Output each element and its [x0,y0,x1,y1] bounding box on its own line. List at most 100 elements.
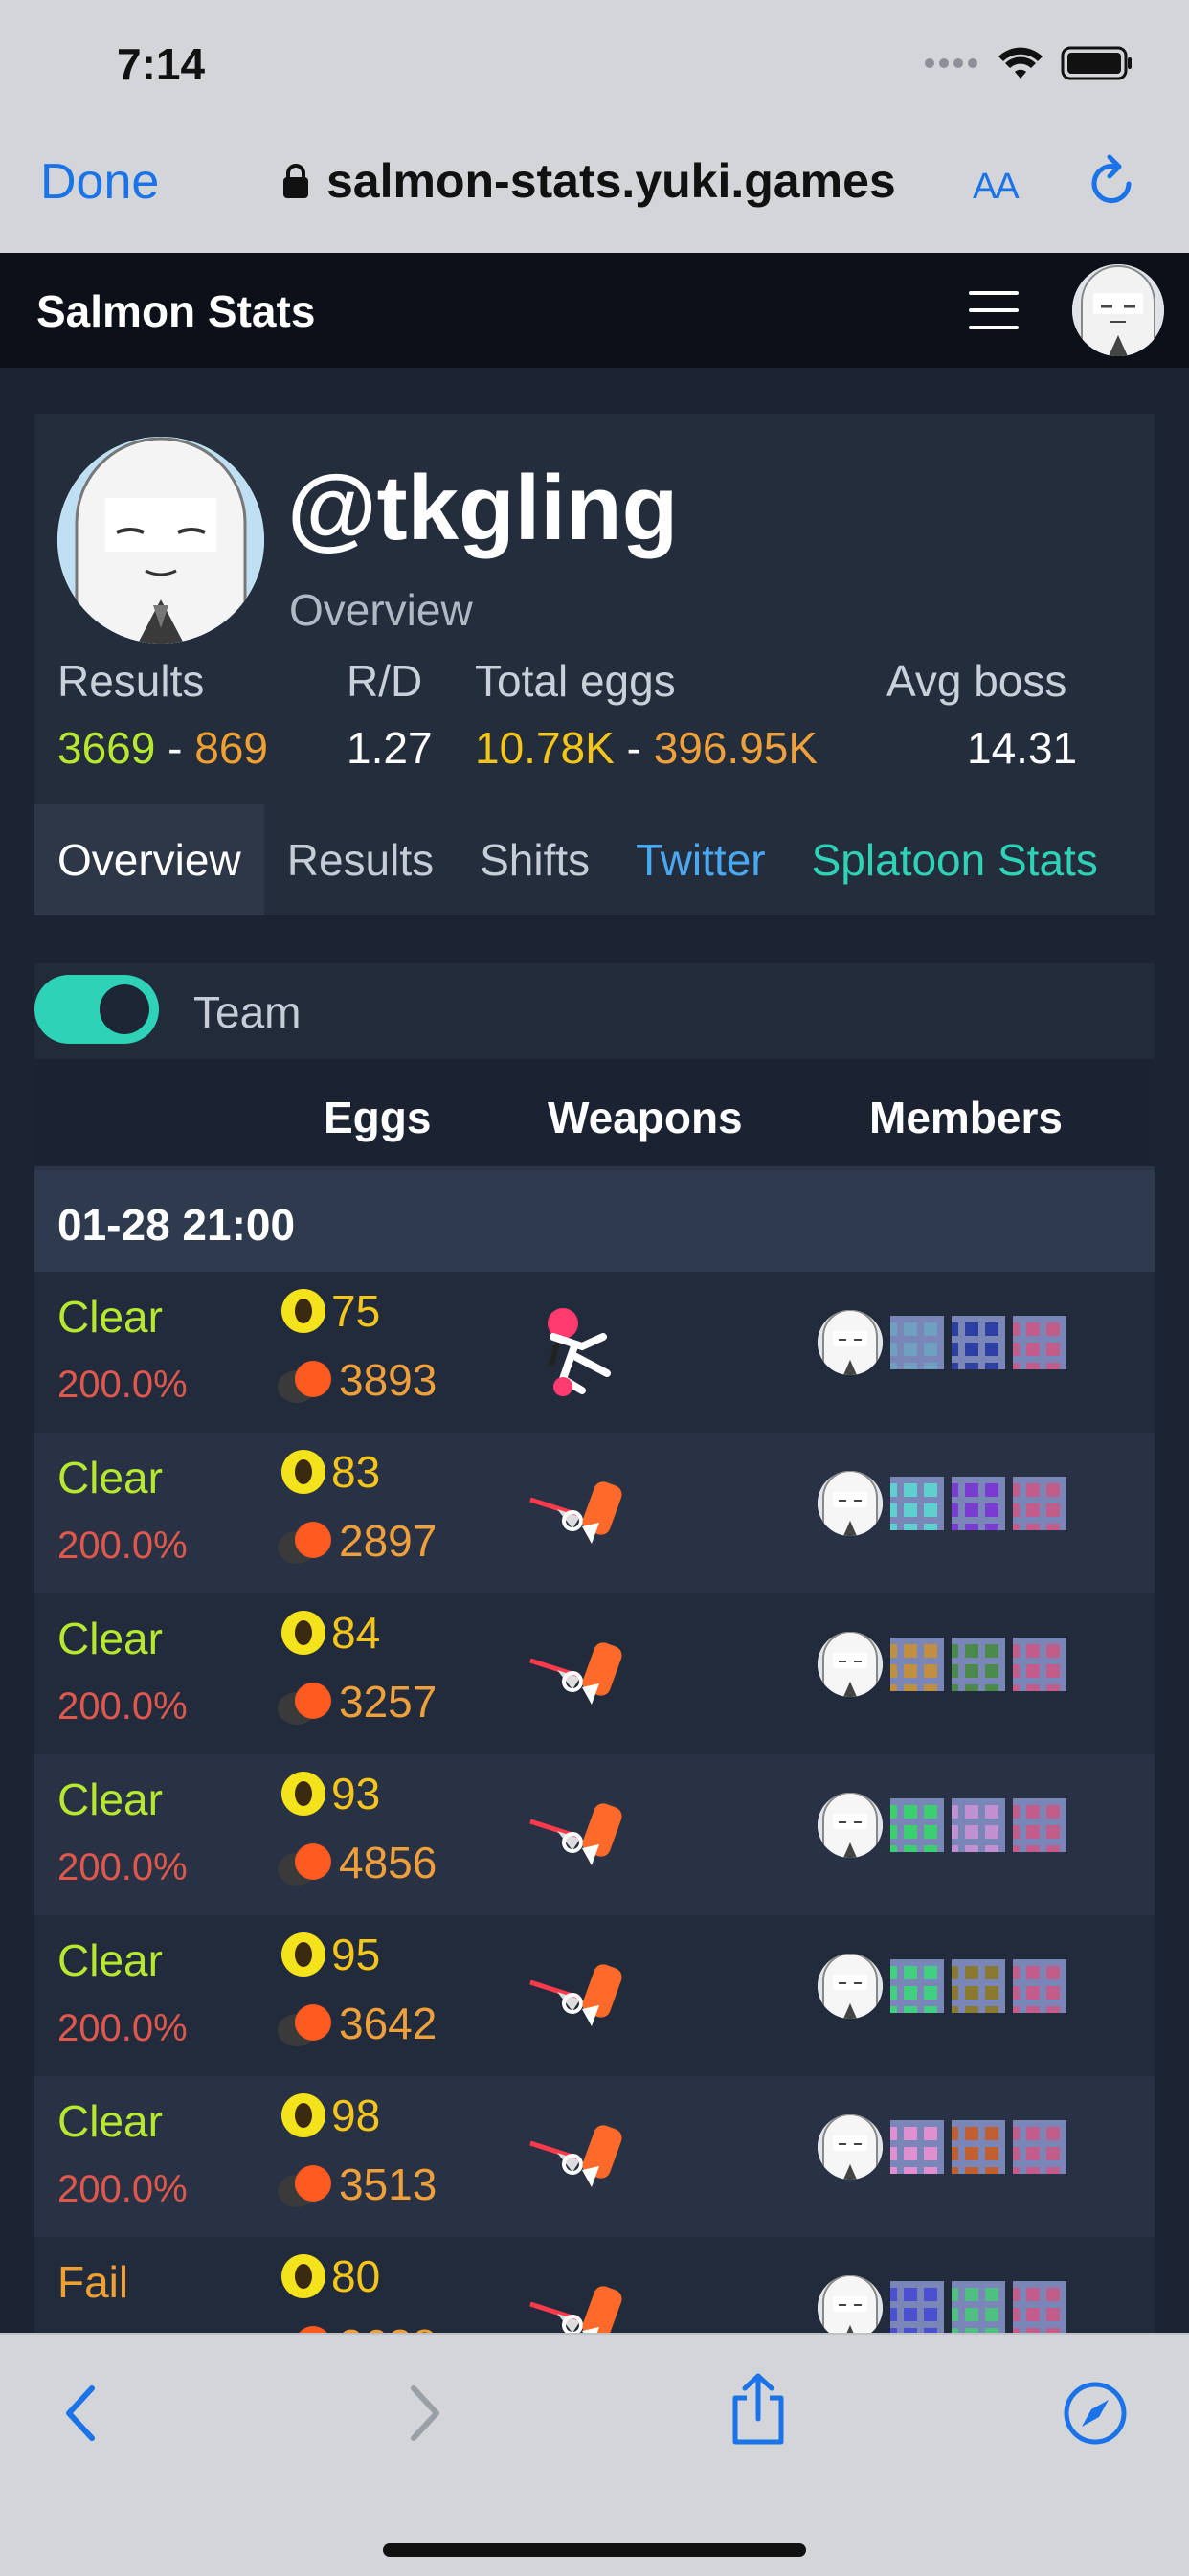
power-egg-count: 4856 [339,1838,437,1887]
golden-eggs: 80 [281,2250,380,2302]
danger-rate: 200.0% [57,1525,188,1567]
member-icon[interactable] [952,1316,1005,1369]
member-icon[interactable] [952,1959,1005,2013]
member-icon[interactable] [1013,2281,1066,2333]
member-list [818,1793,1066,1858]
home-indicator [383,2543,806,2557]
weapon-icon [525,1459,636,1570]
member-icon[interactable] [1013,1477,1066,1530]
eggs-sep: - [626,723,641,773]
tab-splatoon-stats[interactable]: Splatoon Stats [789,804,1121,915]
member-avatar[interactable] [818,2114,883,2180]
golden-egg-count: 98 [331,2090,381,2140]
done-button[interactable]: Done [40,153,159,211]
danger-rate: 200.0% [57,1364,188,1406]
power-eggs: 2897 [278,1515,437,1567]
table-row[interactable]: Fail200.0%803638 [34,2237,1155,2333]
member-icon[interactable] [890,2281,944,2333]
url-field[interactable]: salmon-stats.yuki.games [282,153,896,209]
member-avatar[interactable] [818,1471,883,1536]
menu-icon[interactable] [969,291,1019,329]
member-list [818,1471,1066,1536]
golden-eggs: 84 [281,1607,380,1659]
profile-card: @tkgling Overview Results 3669 - 869 R/D… [34,414,1155,915]
golden-egg-count: 75 [331,1286,381,1336]
member-icon[interactable] [952,2120,1005,2174]
member-icon[interactable] [952,1798,1005,1852]
member-list [818,1632,1066,1697]
power-egg-icon [278,2000,335,2046]
header-weapons: Weapons [548,1093,743,1142]
member-avatar[interactable] [818,2275,883,2333]
wifi-icon [998,47,1043,79]
aa-label: AA [973,167,1020,207]
power-eggs: 3513 [278,2158,437,2210]
golden-egg-icon [281,2093,325,2137]
table-row[interactable]: Clear 200.0% 83 2897 [34,1433,1155,1593]
table-row[interactable]: Clear 200.0% 93 4856 [34,1754,1155,1915]
result-status: Clear [57,2096,163,2146]
power-egg-icon [278,2161,335,2207]
tab-shifts[interactable]: Shifts [457,804,613,915]
member-icon[interactable] [1013,1316,1066,1369]
member-icon[interactable] [952,1638,1005,1691]
result-status: Clear [57,1614,163,1663]
power-egg-count: 3257 [339,1677,437,1727]
power-egg-count: 3638 [339,2319,437,2333]
tab-twitter[interactable]: Twitter [613,804,788,915]
member-icon[interactable] [890,1638,944,1691]
member-icon[interactable] [890,1477,944,1530]
table-row[interactable]: Clear 200.0% 75 3893 [34,1272,1155,1433]
power-egg-icon [278,1518,335,1564]
member-icon[interactable] [952,2281,1005,2333]
shift-time: 01-28 21:00 [57,1200,296,1250]
member-icon[interactable] [952,1477,1005,1530]
share-icon[interactable] [728,2373,789,2446]
member-icon[interactable] [890,1798,944,1852]
member-icon[interactable] [1013,1798,1066,1852]
battery-icon [1061,46,1132,80]
brand-title[interactable]: Salmon Stats [36,285,315,337]
forward-icon[interactable] [406,2383,444,2444]
member-icon[interactable] [1013,1959,1066,2013]
golden-egg-icon [281,2254,325,2298]
weapon-icon [525,2103,636,2214]
golden-eggs: 83 [281,1446,380,1498]
golden-egg-count: 84 [331,1608,381,1658]
table-row[interactable]: Clear 200.0% 84 3257 [34,1593,1155,1754]
danger-rate: 200.0% [57,1685,188,1728]
tab-results[interactable]: Results [264,804,457,915]
results-sep: - [168,723,183,773]
back-icon[interactable] [61,2383,100,2444]
team-toggle-row: Team [34,963,1155,1059]
member-icon[interactable] [890,2120,944,2174]
golden-eggs: 98 [281,2090,380,2141]
eggs-value: 10.78K - 396.95K [475,722,818,774]
shift-group-header: 01-28 21:00 [34,1170,1155,1272]
text-size-button[interactable]: AA [973,157,1020,209]
team-toggle[interactable] [34,975,159,1044]
member-avatar[interactable] [818,1310,883,1375]
member-avatar[interactable] [818,1793,883,1858]
compass-icon[interactable] [1063,2381,1128,2446]
member-icon[interactable] [1013,1638,1066,1691]
reload-icon[interactable] [1087,153,1138,211]
golden-egg-count: 95 [331,1930,381,1979]
profile-username: @tkgling [287,457,679,559]
results-value: 3669 - 869 [57,722,268,774]
power-egg-count: 3642 [339,1999,437,2048]
rd-value: 1.27 [347,723,433,773]
power-egg-icon [278,1840,335,1886]
team-toggle-label: Team [193,987,302,1037]
member-icon[interactable] [890,1316,944,1369]
table-row[interactable]: Clear 200.0% 98 3513 [34,2076,1155,2237]
tab-overview[interactable]: Overview [34,804,264,915]
member-avatar[interactable] [818,1632,883,1697]
member-icon[interactable] [890,1959,944,2013]
member-avatar[interactable] [818,1954,883,2019]
user-avatar[interactable] [1072,264,1164,356]
member-icon[interactable] [1013,2120,1066,2174]
power-eggs: 3638 [278,2319,437,2333]
table-row[interactable]: Clear 200.0% 95 3642 [34,1915,1155,2076]
golden-egg-icon [281,1772,325,1816]
